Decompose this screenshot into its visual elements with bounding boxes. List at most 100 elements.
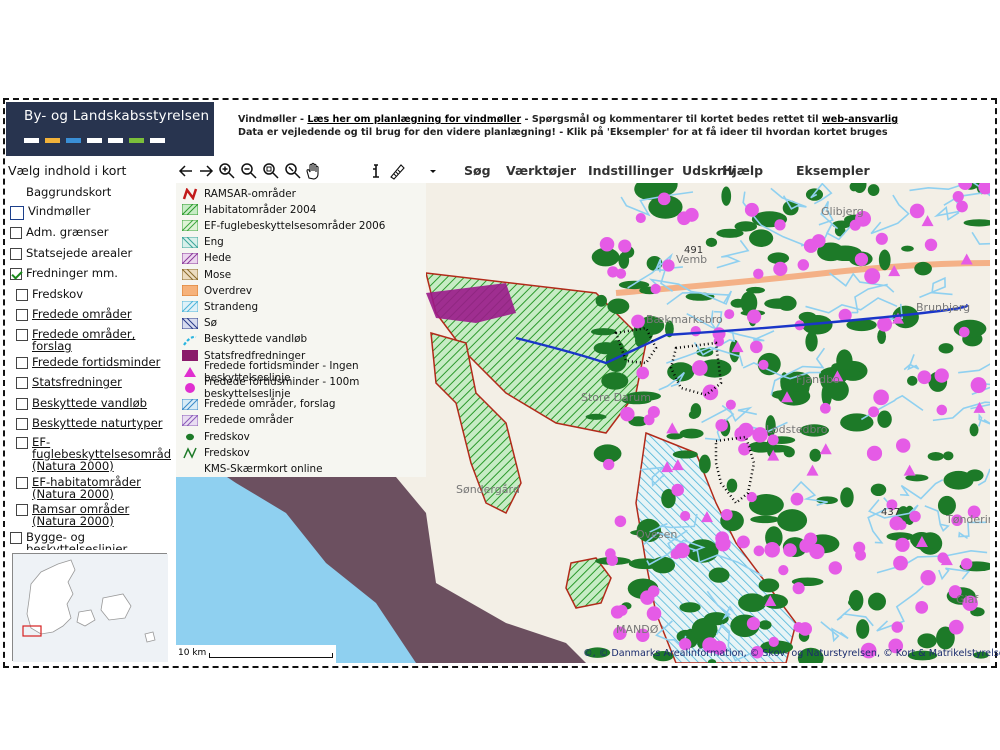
checkbox[interactable] [16,289,28,301]
monument-circle [948,619,964,635]
checkbox[interactable] [16,418,28,430]
layer-item[interactable]: Fredede fortidsminder [16,356,160,369]
monument-circle [866,445,883,461]
legend-label: Overdrev [204,284,252,297]
layer-item[interactable]: EF-fuglebeskyttelsesområder (Natura 2000… [16,436,171,472]
layer-item[interactable]: Statsfredninger [16,376,122,389]
monument-circle [738,442,751,456]
forest-patch [969,423,979,437]
forest-patch [750,515,780,524]
place-label: Brunbjerg [916,301,970,314]
road-number-label: 491 [684,245,703,256]
layer-item[interactable]: Baggrundskort [26,186,111,198]
zoom-box-icon[interactable] [262,162,280,180]
menu-2[interactable]: Indstillinger [588,163,674,178]
monument-circle [647,405,660,419]
layer-item[interactable]: Statsejede arealer [10,247,132,260]
checkbox[interactable] [10,248,22,260]
dropdown-arrow-icon[interactable] [428,162,438,180]
monument-circle [650,283,661,294]
logo-color-bars [24,138,165,143]
layer-item[interactable]: Bygge- og beskyttelseslinjer [10,531,166,550]
menu-4[interactable]: Hjælp [722,163,763,178]
checkbox[interactable] [16,377,28,389]
forest-patch [758,578,780,593]
checkbox[interactable] [16,477,28,489]
menu-0[interactable]: Søg [464,163,491,178]
info-line1-start: Vindmøller - [238,114,308,125]
layer-item[interactable]: Beskyttede naturtyper [16,417,162,430]
forest-patch [618,280,650,290]
layer-item[interactable]: Fredninger mm. [10,267,118,280]
measure-icon[interactable] [388,162,406,180]
checked-checkbox[interactable] [10,268,22,280]
sidebar-heading: Vælg indhold i kort [8,163,127,178]
layer-item[interactable]: EF-habitatområder (Natura 2000) [16,476,171,500]
legend-swatch-icon [181,252,199,265]
checkbox[interactable] [16,329,28,341]
forest-patch [836,349,853,373]
legend-item: EF-fuglebeskyttelsesområder 2006 [181,218,385,233]
legend-item: Eng [181,235,224,250]
info-icon[interactable] [369,162,383,180]
forest-patch [943,451,954,461]
layer-item[interactable]: Fredede områder, forslag [16,328,171,352]
checkbox[interactable] [16,398,28,410]
layer-item[interactable]: Ramsar områder (Natura 2000) [16,503,171,527]
legend-item: Strandeng [181,299,258,314]
layer-item[interactable]: Fredskov [16,288,83,301]
monument-circle [691,360,708,376]
legend-item: KMS-Skærmkort online [182,461,323,476]
checkbox[interactable] [16,504,28,516]
monument-circle [873,389,889,406]
checkbox[interactable] [16,309,28,321]
monument-circle [636,366,650,380]
legend-label: RAMSAR-områder [204,187,296,200]
place-label: Lodstedbro [766,423,828,436]
monument-circle [792,582,805,595]
web-responsible-link[interactable]: web-ansvarlig [822,114,898,125]
overview-map[interactable] [12,553,168,662]
checkbox[interactable] [10,532,22,544]
monument-circle [790,492,804,506]
zoom-in-icon[interactable] [218,162,236,180]
monument-circle [895,438,911,453]
back-arrow-icon[interactable] [178,162,194,180]
zoom-full-icon[interactable] [284,162,302,180]
layer-item[interactable]: Vindmøller [10,205,90,220]
forward-arrow-icon[interactable] [198,162,214,180]
legend-item: Fredskov [182,445,250,460]
planning-link[interactable]: Læs her om planlægning for vindmøller [307,114,521,125]
forest-patch [738,593,767,613]
monument-circle [599,237,615,252]
legend-item: Fredskov [182,429,250,444]
zoom-out-icon[interactable] [240,162,258,180]
legend-item: Beskyttede vandløb [182,332,307,347]
forest-patch [914,261,932,276]
forest-patch [907,375,918,386]
checkbox[interactable] [16,357,28,369]
monument-circle [853,541,866,554]
checkbox[interactable] [16,437,28,449]
checkbox[interactable] [10,206,24,220]
layer-item[interactable]: Fredede områder [16,308,132,321]
monument-circle [952,190,964,203]
layer-label: Baggrundskort [26,185,112,199]
pan-hand-icon[interactable] [304,162,322,180]
legend-swatch-icon [182,382,198,394]
monument-circle [721,508,733,521]
forest-patch [870,483,887,497]
monument-circle [712,327,726,341]
layer-item[interactable]: Beskyttede vandløb [16,397,147,410]
legend-swatch-icon [181,414,199,427]
checkbox[interactable] [10,227,22,239]
monument-circle [620,406,635,422]
monument-circle [603,458,615,471]
menu-1[interactable]: Værktøjer [506,163,576,178]
monument-circle [877,316,893,332]
logo-bar [129,138,144,143]
logo[interactable]: By- og Landskabsstyrelsen [6,102,214,156]
menu-5[interactable]: Eksempler [796,163,870,178]
legend-item: Fredede områder [181,413,293,428]
layer-item[interactable]: Adm. grænser [10,226,109,239]
